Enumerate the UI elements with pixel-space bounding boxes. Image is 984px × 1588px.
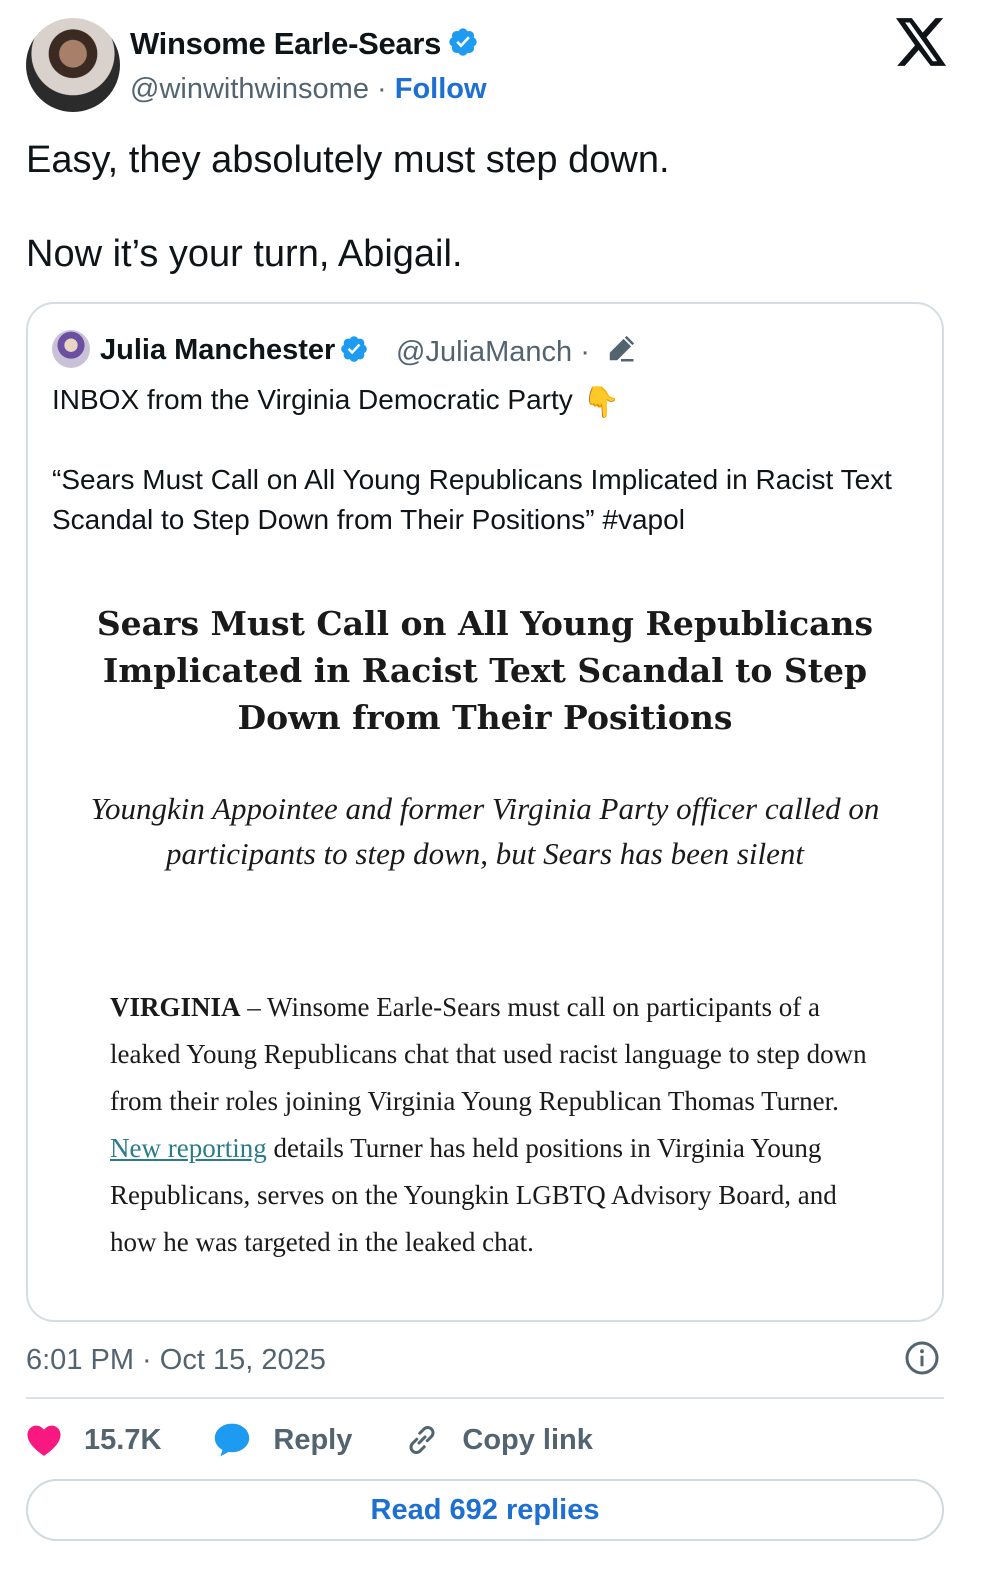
reply-button[interactable]: Reply	[213, 1422, 352, 1458]
quote-text-line-1: INBOX from the Virginia Democratic Party…	[52, 380, 620, 423]
copy-link-label: Copy link	[462, 1423, 593, 1456]
x-logo-icon[interactable]	[896, 18, 948, 66]
quote-author-handle[interactable]: @JuliaManch	[396, 336, 572, 368]
follow-button[interactable]: Follow	[395, 73, 487, 105]
like-count: 15.7K	[84, 1423, 162, 1456]
read-replies-button[interactable]: Read 692 replies	[26, 1479, 944, 1541]
author-name[interactable]: Winsome Earle-Sears	[130, 26, 441, 61]
press-release-body: VIRGINIA – Winsome Earle-Sears must call…	[110, 984, 870, 1266]
reply-label: Reply	[273, 1423, 353, 1456]
tweet-text-line-1: Easy, they absolutely must step down.	[26, 139, 670, 181]
author-name-row[interactable]: Winsome Earle-Sears	[130, 24, 479, 64]
author-handle-row: @winwithwinsome · Follow	[130, 70, 487, 108]
like-button[interactable]: 15.7K	[26, 1423, 161, 1457]
quote-handle-separator: ·	[580, 336, 590, 368]
press-release-title: Sears Must Call on All Young Republicans…	[96, 604, 874, 737]
quote-author-name[interactable]: Julia Manchester	[100, 334, 335, 366]
tweet-text: Easy, they absolutely must step down. No…	[26, 136, 956, 278]
link-icon	[409, 1426, 435, 1454]
quote-inbox-text: INBOX from the Virginia Democratic Party	[52, 384, 573, 415]
info-icon[interactable]	[904, 1340, 940, 1376]
author-handle[interactable]: @winwithwinsome	[130, 73, 369, 105]
handle-separator: ·	[377, 73, 387, 105]
pointing-down-emoji: 👇	[582, 386, 621, 419]
edit-pencil-icon	[609, 335, 635, 362]
reply-bubble-icon	[215, 1423, 250, 1457]
verified-badge-icon	[341, 336, 368, 362]
tweet-text-line-2: Now it’s your turn, Abigail.	[26, 233, 463, 275]
quote-text-line-2: “Sears Must Call on All Young Republican…	[52, 464, 892, 535]
quote-author-name-row[interactable]: Julia Manchester	[100, 330, 369, 370]
divider	[26, 1397, 944, 1399]
author-avatar[interactable]	[26, 18, 120, 112]
quote-author-avatar[interactable]	[52, 330, 90, 368]
press-release-subtitle: Youngkin Appointee and former Virginia P…	[90, 791, 880, 871]
copy-link-button[interactable]: Copy link	[404, 1422, 593, 1458]
quote-author-handle-row: @JuliaManch ·	[396, 332, 590, 372]
heart-icon	[27, 1425, 61, 1456]
new-reporting-link[interactable]: New reporting	[110, 1133, 267, 1163]
verified-badge-icon	[449, 28, 477, 56]
press-release-dateline: VIRGINIA	[110, 992, 241, 1022]
action-bar: 15.7K Reply Copy link	[26, 1416, 645, 1464]
tweet-timestamp[interactable]: 6:01 PM · Oct 15, 2025	[26, 1340, 326, 1380]
